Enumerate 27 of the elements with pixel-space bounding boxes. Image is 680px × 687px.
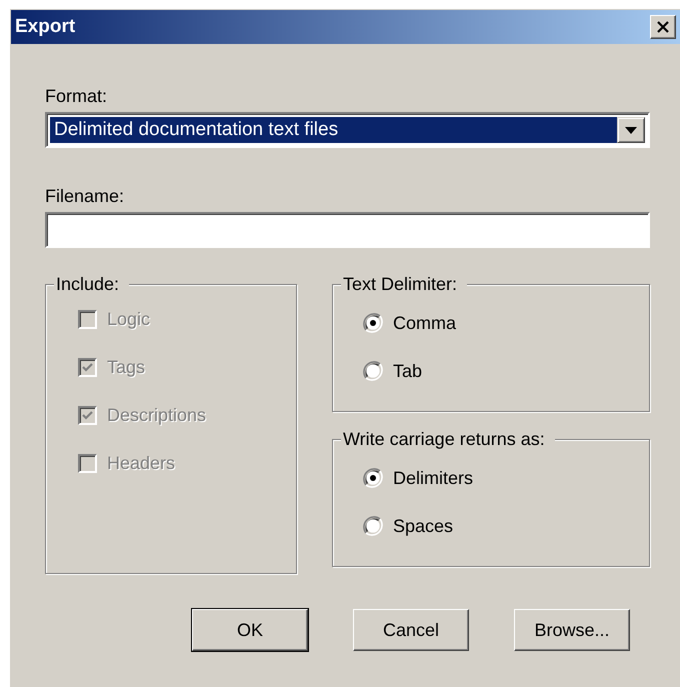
radio-button[interactable] bbox=[363, 468, 383, 488]
checkbox-label: Logic bbox=[107, 308, 150, 330]
radio-button[interactable] bbox=[363, 361, 383, 381]
dialog-button[interactable]: Cancel bbox=[353, 609, 469, 651]
format-dropdown[interactable]: Delimited documentation text files bbox=[45, 112, 650, 148]
checkbox-label: Descriptions bbox=[107, 404, 206, 426]
radio-button[interactable] bbox=[363, 516, 383, 536]
radio-button[interactable] bbox=[363, 313, 383, 333]
check-icon bbox=[82, 362, 93, 372]
caret-icon bbox=[625, 126, 637, 134]
checkbox-label: Headers bbox=[107, 452, 176, 474]
radio-label: Tab bbox=[393, 360, 422, 382]
radio-label: Spaces bbox=[393, 516, 454, 536]
check-icon bbox=[82, 410, 93, 420]
checkbox-label: Tags bbox=[107, 356, 146, 378]
dropdown-button[interactable] bbox=[617, 117, 645, 143]
format-label: Format: bbox=[45, 86, 108, 107]
dialog-button[interactable]: OK bbox=[192, 609, 308, 651]
close-icon bbox=[656, 21, 670, 33]
radio-label: Comma bbox=[393, 312, 456, 334]
filename-label: Filename: bbox=[45, 186, 126, 207]
close-button[interactable] bbox=[650, 15, 676, 39]
window-title: Export bbox=[15, 16, 76, 38]
radio-label: Delimiters bbox=[393, 468, 474, 488]
dialog-button[interactable]: Browse... bbox=[514, 609, 630, 651]
filename-field[interactable] bbox=[45, 212, 650, 248]
dropdown-value: Delimited documentation text files bbox=[50, 117, 617, 143]
